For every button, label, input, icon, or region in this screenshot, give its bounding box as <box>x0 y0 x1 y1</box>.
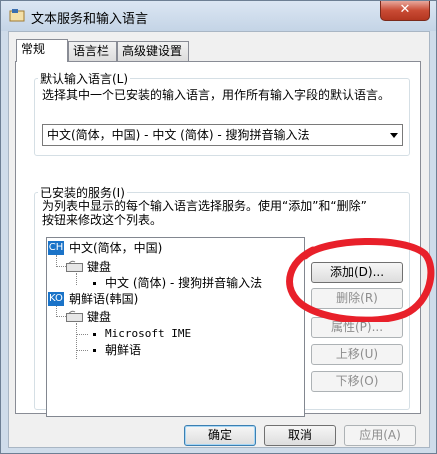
tab-language-bar[interactable]: 语言栏 <box>68 41 117 61</box>
tree-connector <box>76 273 77 285</box>
services-tree[interactable]: CH 中文(简体，中国) 键盘 中文 (简体) - 搜狗拼音输入法 KO 朝鲜语… <box>46 237 305 417</box>
language-badge-ch: CH <box>48 241 64 255</box>
tree-node-microsoft-ime[interactable]: Microsoft IME <box>105 327 191 341</box>
dialog-client: 常规 语言栏 高级键设置 默认输入语言(L) 选择其中一个已安装的输入语言，用作… <box>8 31 430 448</box>
tree-connector <box>76 323 77 359</box>
properties-button[interactable]: 属性(P)... <box>311 317 403 338</box>
tree-node-keyboard-2[interactable]: 键盘 <box>87 310 111 324</box>
default-language-select[interactable]: 中文(简体，中国) - 中文 (简体) - 搜狗拼音输入法 <box>42 124 403 146</box>
cancel-button[interactable]: 取消 <box>264 425 336 446</box>
apply-button[interactable]: 应用(A) <box>344 425 416 446</box>
chevron-down-icon <box>390 133 398 138</box>
keyboard-icon <box>66 260 83 272</box>
move-up-button[interactable]: 上移(U) <box>311 344 403 365</box>
tree-node-korean-ime[interactable]: 朝鲜语 <box>105 343 141 357</box>
default-language-label: 默认输入语言(L) <box>38 70 131 87</box>
tree-node-sogou-pinyin[interactable]: 中文 (简体) - 搜狗拼音输入法 <box>105 276 262 290</box>
language-badge-ko: KO <box>48 292 64 306</box>
tree-connector <box>56 266 66 267</box>
move-down-button[interactable]: 下移(O) <box>311 371 403 392</box>
ok-button[interactable]: 确定 <box>184 425 256 446</box>
keyboard-icon <box>66 310 83 322</box>
remove-button[interactable]: 删除(R) <box>311 288 403 309</box>
bullet-icon <box>93 333 96 336</box>
default-language-value: 中文(简体，中国) - 中文 (简体) - 搜狗拼音输入法 <box>47 128 310 142</box>
tree-connector <box>76 350 88 351</box>
tree-node-korean[interactable]: 朝鲜语(韩国) <box>69 292 138 306</box>
tree-node-chinese[interactable]: 中文(简体，中国) <box>69 241 162 255</box>
installed-services-description-1: 为列表中显示的每个输入语言选择服务。使用“添加”和“删除” <box>42 199 367 213</box>
window-title: 文本服务和输入语言 <box>31 12 149 27</box>
installed-services-description-2: 按钮来修改这个列表。 <box>42 213 163 227</box>
general-tab-panel: 默认输入语言(L) 选择其中一个已安装的输入语言，用作所有输入字段的默认语言。 … <box>15 61 421 417</box>
add-button[interactable]: 添加(D)... <box>311 262 403 283</box>
close-button[interactable]: ✕ <box>380 1 430 21</box>
bullet-icon <box>93 282 96 285</box>
default-language-description: 选择其中一个已安装的输入语言，用作所有输入字段的默认语言。 <box>42 88 391 102</box>
tab-advanced-key-settings[interactable]: 高级键设置 <box>117 41 189 61</box>
tree-connector <box>76 334 88 335</box>
tree-connector <box>56 316 66 317</box>
bullet-icon <box>93 349 96 352</box>
tree-node-keyboard-1[interactable]: 键盘 <box>87 260 111 274</box>
text-services-icon <box>9 9 25 22</box>
dialog-window: 文本服务和输入语言 ✕ 常规 语言栏 高级键设置 默认输入语言(L) 选择其中一… <box>0 0 437 454</box>
title-bar[interactable]: 文本服务和输入语言 ✕ <box>1 1 436 31</box>
tab-general[interactable]: 常规 <box>16 39 68 62</box>
